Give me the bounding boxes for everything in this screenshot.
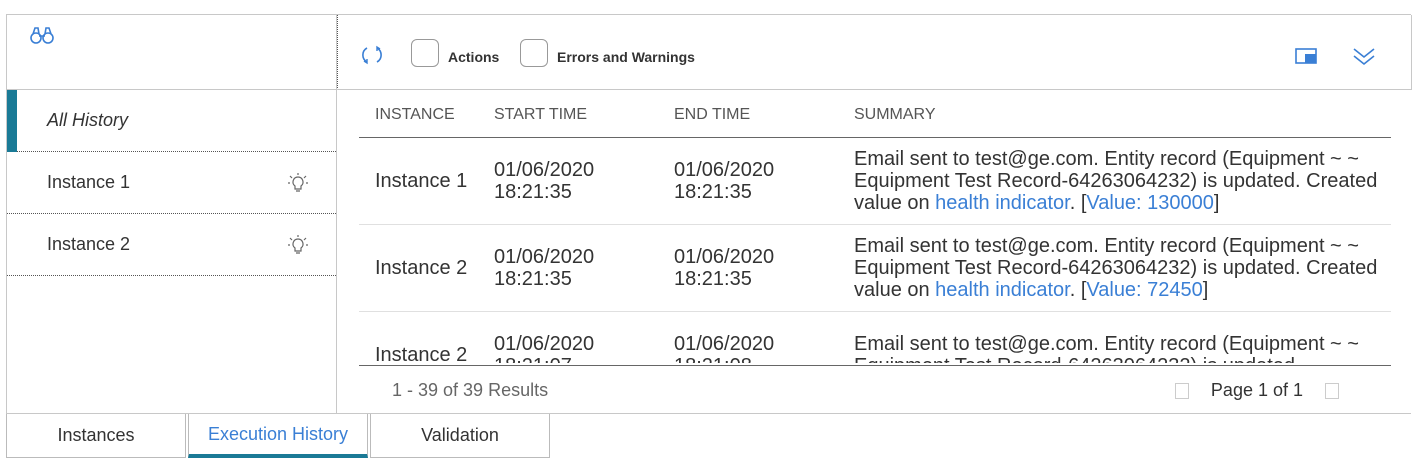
value-link[interactable]: Value: 72450 xyxy=(1086,279,1202,301)
end-date: 01/06/2020 xyxy=(674,246,775,268)
column-header-instance[interactable]: INSTANCE xyxy=(359,106,494,124)
panel-layout-icon[interactable] xyxy=(1293,45,1319,67)
lightbulb-icon xyxy=(288,173,308,192)
history-table: INSTANCE START TIME END TIME SUMMARY Ins… xyxy=(359,93,1391,363)
refresh-icon[interactable] xyxy=(359,44,385,66)
tab-instances[interactable]: Instances xyxy=(6,414,186,458)
health-indicator-link[interactable]: health indicator xyxy=(935,279,1070,301)
page-indicator: Page 1 of 1 xyxy=(1210,380,1303,400)
cell-summary: Email sent to test@ge.com. Entity record… xyxy=(854,333,1384,363)
sidebar-header xyxy=(7,15,338,90)
column-header-summary[interactable]: SUMMARY xyxy=(854,104,1384,126)
end-date: 01/06/2020 xyxy=(674,159,775,181)
cell-instance: Instance 2 xyxy=(375,256,468,279)
sidebar: All History Instance 1 Instance 2 xyxy=(7,15,338,415)
start-clock: 18:21:07 xyxy=(494,355,674,363)
column-header-end-time[interactable]: END TIME xyxy=(674,106,854,124)
lightbulb-icon xyxy=(288,235,308,254)
results-count: 1 - 39 of 39 Results xyxy=(392,380,549,400)
bottom-tabs: Instances Execution History Validation xyxy=(6,414,566,462)
table-row[interactable]: Instance 1 01/06/2020 18:21:35 01/06/202… xyxy=(359,138,1391,225)
next-page-icon[interactable] xyxy=(1325,382,1339,399)
tab-execution-history[interactable]: Execution History xyxy=(188,414,368,458)
table-row[interactable]: Instance 2 01/06/2020 18:21:35 01/06/202… xyxy=(359,225,1391,312)
sidebar-item-all-history[interactable]: All History xyxy=(7,90,336,152)
double-chevron-down-icon[interactable] xyxy=(1351,45,1377,67)
summary-separator: . [ xyxy=(1069,279,1087,301)
sidebar-item-label: Instance 1 xyxy=(47,172,131,192)
actions-checkbox[interactable] xyxy=(411,39,439,67)
end-clock: 18:21:35 xyxy=(674,268,752,290)
column-header-start-time[interactable]: START TIME xyxy=(494,106,674,124)
tab-validation[interactable]: Validation xyxy=(370,414,550,458)
cell-instance: Instance 1 xyxy=(375,169,468,192)
health-indicator-link[interactable]: health indicator xyxy=(935,192,1070,214)
end-clock: 18:21:08 xyxy=(674,355,854,363)
table-footer: 1 - 39 of 39 Results Page 1 of 1 xyxy=(359,365,1391,415)
tab-label: Execution History xyxy=(207,423,349,444)
cell-start-time: 01/06/2020 18:21:35 xyxy=(494,246,674,290)
pagination: Page 1 of 1 xyxy=(1153,380,1391,401)
summary-end: ] xyxy=(1213,192,1220,214)
start-date: 01/06/2020 xyxy=(494,246,595,268)
start-date: 01/06/2020 xyxy=(494,333,595,355)
value-link[interactable]: Value: 130000 xyxy=(1086,192,1214,214)
cell-start-time: 01/06/2020 18:21:07 xyxy=(494,333,674,363)
actions-checkbox-label: Actions xyxy=(448,49,500,65)
table-header: INSTANCE START TIME END TIME SUMMARY xyxy=(359,93,1391,138)
cell-summary: Email sent to test@ge.com. Entity record… xyxy=(854,148,1384,214)
cell-end-time: 01/06/2020 18:21:35 xyxy=(674,159,854,203)
previous-page-icon[interactable] xyxy=(1174,382,1189,399)
start-clock: 18:21:35 xyxy=(494,181,572,203)
tab-label: Instances xyxy=(57,425,135,445)
toolbar: Actions Errors and Warnings xyxy=(337,15,1412,90)
binoculars-icon[interactable] xyxy=(29,25,55,45)
summary-end: ] xyxy=(1202,279,1209,301)
end-clock: 18:21:35 xyxy=(674,181,752,203)
end-date: 01/06/2020 xyxy=(674,333,775,355)
tab-label: Validation xyxy=(421,425,499,445)
table-row[interactable]: Instance 2 01/06/2020 18:21:07 01/06/202… xyxy=(359,312,1391,363)
sidebar-item-instance-1[interactable]: Instance 1 xyxy=(7,152,336,214)
summary-text: Email sent to test@ge.com. Entity record… xyxy=(854,333,1359,363)
cell-start-time: 01/06/2020 18:21:35 xyxy=(494,159,674,203)
start-date: 01/06/2020 xyxy=(494,159,595,181)
summary-separator: . [ xyxy=(1069,192,1087,214)
cell-end-time: 01/06/2020 18:21:08 xyxy=(674,333,854,363)
errors-warnings-checkbox-label: Errors and Warnings xyxy=(557,49,695,65)
sidebar-item-label: Instance 2 xyxy=(47,234,131,254)
main-panel: All History Instance 1 Instance 2 Action… xyxy=(6,14,1412,415)
cell-end-time: 01/06/2020 18:21:35 xyxy=(674,246,854,290)
errors-warnings-checkbox[interactable] xyxy=(520,39,548,67)
sidebar-item-label: All History xyxy=(47,110,129,130)
cell-summary: Email sent to test@ge.com. Entity record… xyxy=(854,235,1384,301)
start-clock: 18:21:35 xyxy=(494,268,572,290)
history-content: Actions Errors and Warnings INSTANCE STA… xyxy=(337,15,1412,415)
cell-instance: Instance 2 xyxy=(375,343,468,364)
sidebar-item-instance-2[interactable]: Instance 2 xyxy=(7,214,336,276)
